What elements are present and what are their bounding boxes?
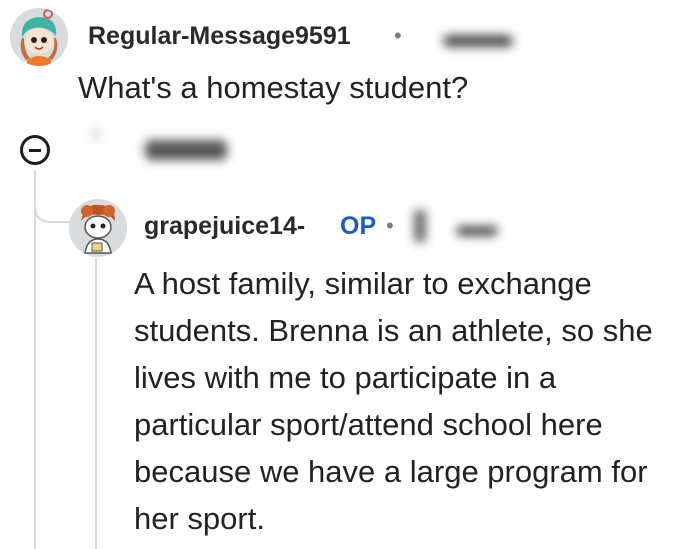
minus-circle-icon[interactable]	[20, 135, 50, 165]
comment-body: What's a homestay student?	[78, 70, 469, 105]
comment-line: particular sport/attend school here	[134, 407, 603, 442]
comment-line: A host family, similar to exchange	[134, 266, 592, 301]
avatar[interactable]	[10, 8, 68, 66]
snoo-avatar-icon	[10, 8, 68, 66]
comment-line: her sport.	[134, 501, 265, 536]
op-badge: OP	[340, 212, 377, 240]
redacted-timestamp	[456, 226, 498, 236]
comment-line: lives with me to participate in a	[134, 360, 557, 395]
avatar[interactable]	[69, 199, 127, 257]
redacted-vote-count	[145, 140, 227, 160]
username[interactable]: grapejuice14-	[144, 212, 305, 241]
username[interactable]: Regular-Message9591	[88, 22, 351, 51]
comment-line: students. Brenna is an athlete, so she	[134, 313, 653, 348]
snoo-avatar-icon	[69, 199, 127, 257]
redacted-mark	[93, 131, 99, 137]
thread-connector	[34, 170, 72, 223]
separator-dot: •	[394, 23, 402, 48]
comment-line: because we have a large program for	[134, 454, 648, 489]
redacted-timestamp	[443, 35, 513, 47]
thread-line-child	[95, 258, 97, 549]
redacted-timestamp	[414, 209, 426, 243]
comment-body: A host family, similar to exchange stude…	[134, 260, 653, 542]
separator-dot: •	[386, 213, 394, 238]
